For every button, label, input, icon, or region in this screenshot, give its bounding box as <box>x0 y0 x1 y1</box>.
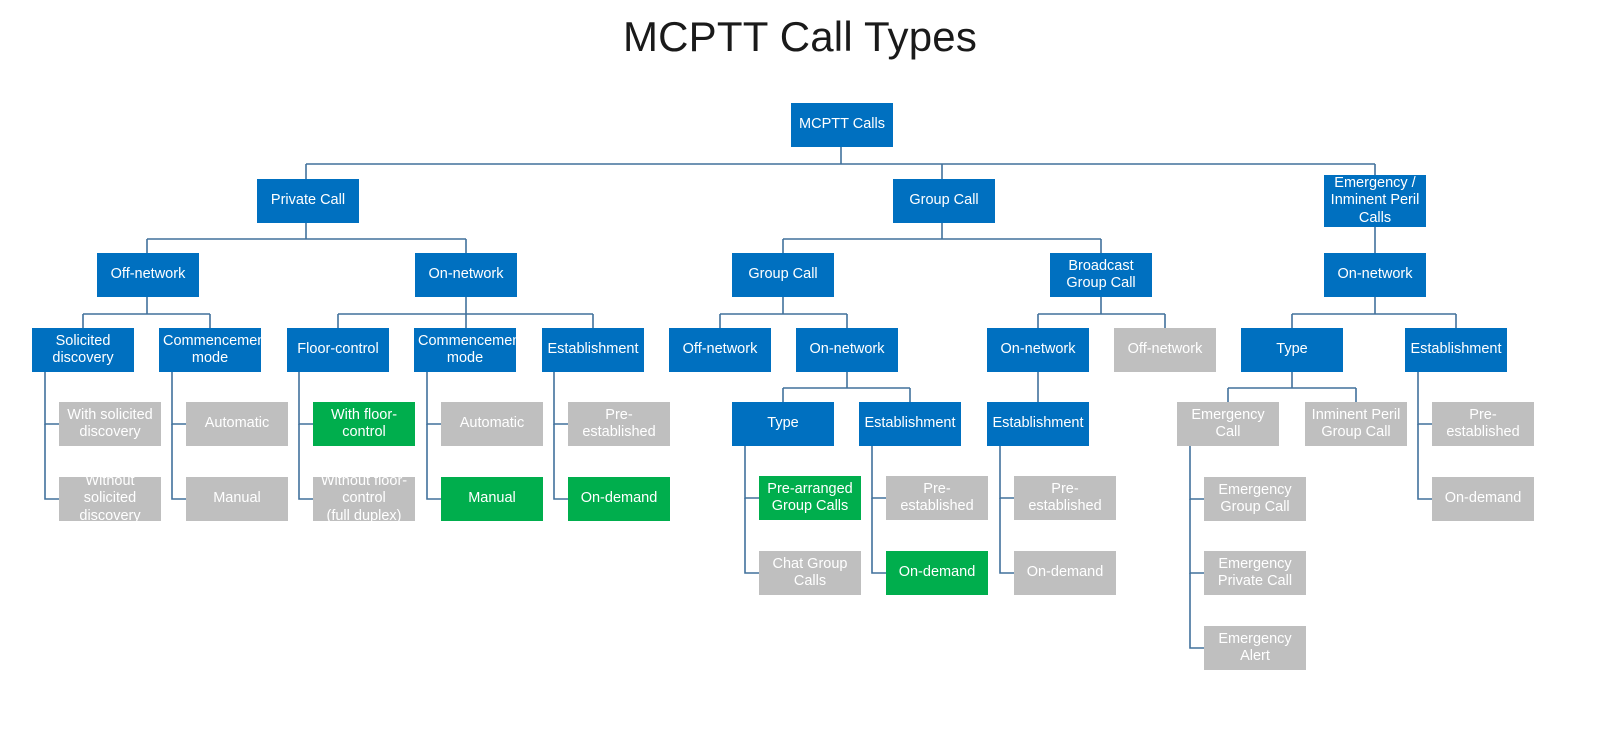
node-label: On-network <box>1000 341 1076 358</box>
node-emergency-on-demand[interactable]: On-demand <box>1432 477 1534 521</box>
node-broadcast-on-demand[interactable]: On-demand <box>1014 551 1116 595</box>
node-label: Inminent Peril Group Call <box>1311 406 1401 440</box>
node-label: Broadcast Group Call <box>1066 257 1136 291</box>
diagram-canvas: MCPTT Call Types MCPTT Calls Private Cal… <box>0 0 1600 738</box>
node-label: On-demand <box>1444 490 1522 507</box>
node-label: Automatic <box>459 415 525 432</box>
node-label: Manual <box>468 490 516 507</box>
node-emergency-type[interactable]: Type <box>1241 328 1343 372</box>
node-label: Emergency Group Call <box>1218 481 1292 515</box>
node-emergency-alert[interactable]: Emergency Alert <box>1204 626 1306 670</box>
node-private-pre-established[interactable]: Pre-established <box>568 402 670 446</box>
node-group-pre-established[interactable]: Pre-established <box>886 476 988 520</box>
node-label: Emergency Private Call <box>1217 555 1293 589</box>
node-private-off-network[interactable]: Off-network <box>97 253 199 297</box>
node-label: Manual <box>213 490 261 507</box>
node-label: MCPTT Calls <box>799 116 885 133</box>
node-label: Floor-control <box>297 341 379 358</box>
node-group-type[interactable]: Type <box>732 402 834 446</box>
node-label: Without solicited discovery <box>79 473 141 524</box>
node-group-call-sub[interactable]: Group Call <box>732 253 834 297</box>
node-label: Emergency Call <box>1191 406 1265 440</box>
node-label: Solicited discovery <box>52 332 114 366</box>
node-emergency-establishment[interactable]: Establishment <box>1405 328 1507 372</box>
node-label: On-demand <box>898 564 976 581</box>
node-label: Group Call <box>748 266 818 283</box>
node-private-establishment[interactable]: Establishment <box>542 328 644 372</box>
node-label: Pre-established <box>582 406 656 440</box>
node-label: On-network <box>1337 266 1413 283</box>
node-label: Pre-established <box>900 480 974 514</box>
node-label: Automatic <box>204 415 270 432</box>
node-label: Without floor- control (full duplex) <box>320 473 408 524</box>
node-emergency-on-network[interactable]: On-network <box>1324 253 1426 297</box>
node-label: On-network <box>809 341 885 358</box>
node-private-call[interactable]: Private Call <box>257 179 359 223</box>
node-private-on-demand[interactable]: On-demand <box>568 477 670 521</box>
node-label: Chat Group Calls <box>772 555 848 589</box>
node-label: Pre-arranged Group Calls <box>767 480 853 514</box>
node-group-call[interactable]: Group Call <box>893 179 995 223</box>
node-label: Commencement mode <box>163 332 270 366</box>
node-without-solicited-discovery[interactable]: Without solicited discovery <box>59 473 161 524</box>
node-label: Type <box>1276 341 1308 358</box>
node-broadcast-on-network[interactable]: On-network <box>987 328 1089 372</box>
node-label: On-network <box>428 266 504 283</box>
node-label: Off-network <box>110 266 186 283</box>
node-emergency-call[interactable]: Emergency Call <box>1177 402 1279 446</box>
node-pre-arranged-group-calls[interactable]: Pre-arranged Group Calls <box>759 476 861 520</box>
node-label: With solicited discovery <box>67 406 153 440</box>
node-emergency-imminent-peril-calls[interactable]: Emergency / Inminent Peril Calls <box>1324 175 1426 227</box>
node-on-commencement-mode[interactable]: Commencement mode <box>414 328 525 372</box>
node-label: With floor- control <box>330 406 398 440</box>
node-group-on-network[interactable]: On-network <box>796 328 898 372</box>
node-emergency-private-call[interactable]: Emergency Private Call <box>1204 551 1306 595</box>
node-group-establishment[interactable]: Establishment <box>859 402 961 446</box>
node-label: Group Call <box>909 192 979 209</box>
node-label: Private Call <box>270 192 346 209</box>
node-private-on-network[interactable]: On-network <box>415 253 517 297</box>
node-label: Establishment <box>992 415 1084 432</box>
node-on-automatic[interactable]: Automatic <box>441 402 543 446</box>
node-broadcast-pre-established[interactable]: Pre-established <box>1014 476 1116 520</box>
node-broadcast-group-call[interactable]: Broadcast Group Call <box>1050 253 1152 297</box>
node-group-on-demand[interactable]: On-demand <box>886 551 988 595</box>
node-chat-group-calls[interactable]: Chat Group Calls <box>759 551 861 595</box>
node-label: Type <box>767 415 799 432</box>
node-off-commencement-mode[interactable]: Commencement mode <box>159 328 270 372</box>
node-broadcast-establishment[interactable]: Establishment <box>987 402 1089 446</box>
node-mcptt-calls[interactable]: MCPTT Calls <box>791 103 893 147</box>
node-solicited-discovery[interactable]: Solicited discovery <box>32 328 134 372</box>
node-label: Off-network <box>1127 341 1203 358</box>
node-with-floor-control[interactable]: With floor- control <box>313 402 415 446</box>
node-group-off-network[interactable]: Off-network <box>669 328 771 372</box>
node-emergency-group-call[interactable]: Emergency Group Call <box>1204 477 1306 521</box>
node-label: Pre-established <box>1028 480 1102 514</box>
node-emergency-pre-established[interactable]: Pre-established <box>1432 402 1534 446</box>
node-label: On-demand <box>580 490 658 507</box>
node-label: Establishment <box>1410 341 1502 358</box>
node-on-manual[interactable]: Manual <box>441 477 543 521</box>
node-label: Pre-established <box>1446 406 1520 440</box>
page-title: MCPTT Call Types <box>622 13 978 60</box>
node-label: On-demand <box>1026 564 1104 581</box>
node-inminent-peril-group-call[interactable]: Inminent Peril Group Call <box>1305 402 1407 446</box>
node-floor-control[interactable]: Floor-control <box>287 328 389 372</box>
node-label: Establishment <box>864 415 956 432</box>
node-broadcast-off-network[interactable]: Off-network <box>1114 328 1216 372</box>
node-without-floor-control[interactable]: Without floor- control (full duplex) <box>313 473 415 524</box>
node-with-solicited-discovery[interactable]: With solicited discovery <box>59 402 161 446</box>
node-off-automatic[interactable]: Automatic <box>186 402 288 446</box>
node-off-manual[interactable]: Manual <box>186 477 288 521</box>
node-label: Commencement mode <box>418 332 525 366</box>
node-label: Emergency Alert <box>1218 630 1292 664</box>
node-label: Establishment <box>547 341 639 358</box>
node-label: Off-network <box>682 341 758 358</box>
node-label: Emergency / Inminent Peril Calls <box>1330 175 1420 226</box>
